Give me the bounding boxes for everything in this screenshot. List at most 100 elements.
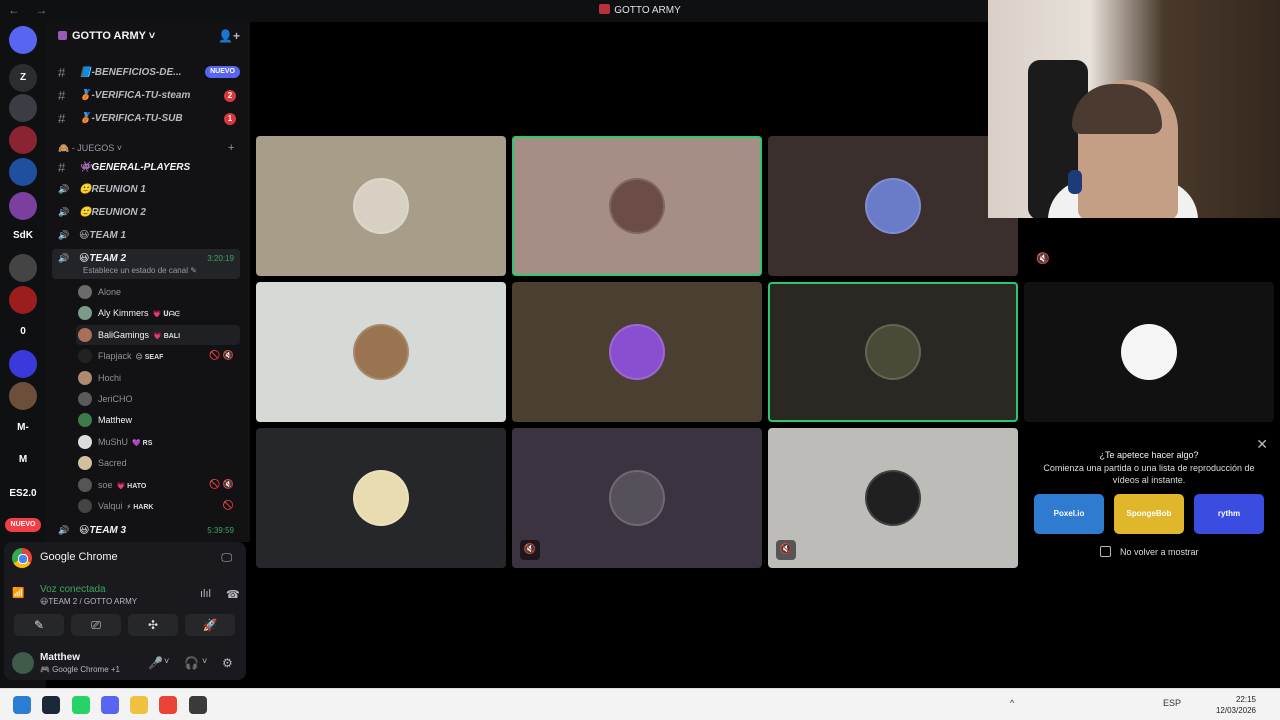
chevron-down-icon[interactable]: ˅ xyxy=(202,656,207,666)
voice-member[interactable]: Valqui ⚡ HARK 🚫 xyxy=(76,496,240,516)
voice-member[interactable]: BaliGamings 💗 BALI xyxy=(76,324,240,345)
headset-image xyxy=(1068,170,1082,194)
voice-member[interactable]: Matthew xyxy=(76,410,240,430)
voice-member[interactable]: Alone xyxy=(76,282,240,302)
server-icon[interactable] xyxy=(9,126,37,154)
server-icon[interactable]: 0 xyxy=(9,318,37,346)
server-icon[interactable] xyxy=(9,192,37,220)
member-label: Flapjack xyxy=(98,351,132,362)
channel-status[interactable]: Establece un estado de canal ✎ xyxy=(83,266,197,275)
whatsapp-icon[interactable] xyxy=(72,696,90,714)
steam-icon[interactable] xyxy=(42,696,60,714)
chevron-down-icon[interactable]: ˅ xyxy=(164,656,169,666)
camera-off-icon[interactable]: 🔇 xyxy=(776,540,796,560)
member-name: Sacred xyxy=(98,458,127,468)
server-icon[interactable]: SdK xyxy=(9,222,37,250)
camera-button[interactable]: ✎ xyxy=(14,614,64,636)
text-channel[interactable]: # 👾GENERAL-PLAYERS xyxy=(52,158,240,178)
server-icon[interactable] xyxy=(9,26,37,54)
server-icon[interactable] xyxy=(9,286,37,314)
server-icon[interactable]: M- xyxy=(9,414,37,442)
channel-name: 😃TEAM 1 xyxy=(79,230,127,241)
file-explorer-icon[interactable] xyxy=(130,696,148,714)
windows-start-icon[interactable] xyxy=(13,696,31,714)
gear-icon[interactable]: ⚙ xyxy=(222,656,233,670)
microphone-icon[interactable]: 🎤 xyxy=(148,656,163,670)
server-icon[interactable] xyxy=(9,158,37,186)
voice-member[interactable]: Flapjack 😐 SEAF 🚫 🔇 xyxy=(76,346,240,366)
server-icon[interactable] xyxy=(9,382,37,410)
dont-show-checkbox[interactable] xyxy=(1100,546,1111,557)
avatar xyxy=(78,456,92,471)
participant-tile[interactable]: 🔇 xyxy=(512,428,762,568)
unread-badge: 2 xyxy=(224,90,236,102)
category-header[interactable]: 🙈 - JUEGOS ˅ + xyxy=(58,142,234,154)
category-label: 🙈 - JUEGOS ˅ xyxy=(58,143,122,153)
text-channel[interactable]: # 📘-BENEFICIOS-DE... NUEVO xyxy=(52,63,240,83)
discord-icon[interactable] xyxy=(101,696,119,714)
voice-member[interactable]: soe 💗 HATO 🚫 🔇 xyxy=(76,475,240,495)
avatar xyxy=(78,477,92,492)
activity-app: Google Chrome xyxy=(40,551,118,563)
activity-card-spongebob[interactable]: SpongeBob xyxy=(1114,494,1184,534)
server-icon[interactable] xyxy=(9,254,37,282)
share-screen-button[interactable]: ⎚ xyxy=(71,614,121,636)
server-icon[interactable] xyxy=(9,94,37,122)
camera-off-icon[interactable]: 🔇 xyxy=(520,540,540,560)
speaker-icon: 🔊 xyxy=(58,184,70,194)
server-icon[interactable] xyxy=(9,350,37,378)
voice-channel-active[interactable]: 🔊 😃TEAM 2 3:20:19 Establece un estado de ca… xyxy=(52,249,240,279)
participant-tile[interactable] xyxy=(1024,282,1274,422)
voice-location[interactable]: 😃TEAM 2 / GOTTO ARMY xyxy=(40,597,137,606)
voice-member[interactable]: Aly Kimmers 💗 ᑌᗩᕮ xyxy=(76,303,240,323)
hash-icon: # xyxy=(58,111,66,126)
participant-tile[interactable] xyxy=(512,282,762,422)
add-channel-icon[interactable]: + xyxy=(228,142,234,154)
voice-member[interactable]: Sacred xyxy=(76,453,240,473)
app-icon[interactable] xyxy=(189,696,207,714)
participant-tile[interactable] xyxy=(768,136,1018,276)
text-channel[interactable]: # 🥉-VERIFICA-TU-SUB 1 xyxy=(52,109,240,129)
voice-channel[interactable]: 🔊 🙂REUNION 2 xyxy=(52,203,240,223)
participant-tile[interactable] xyxy=(768,282,1018,422)
member-label: Alone xyxy=(98,287,122,297)
server-icon[interactable]: M xyxy=(9,446,37,474)
headphones-icon[interactable]: 🎧 xyxy=(184,656,199,670)
invite-icon[interactable]: 👤+ xyxy=(218,29,240,43)
activity-card-rythm[interactable]: rythm xyxy=(1194,494,1264,534)
guild-header[interactable]: GOTTO ARMY ˅ 👤+ xyxy=(46,22,250,54)
chrome-icon[interactable] xyxy=(159,696,177,714)
voice-member[interactable]: JeriCHO xyxy=(76,389,240,409)
participant-tile[interactable] xyxy=(512,136,762,276)
member-name: JeriCHO xyxy=(98,394,133,404)
participant-avatar xyxy=(353,470,409,526)
stream-muted-icon[interactable]: 🔇 xyxy=(1036,252,1050,265)
voice-channel[interactable]: 🔊 😃TEAM 1 xyxy=(52,226,240,246)
activities-button[interactable]: ✣ xyxy=(128,614,178,636)
voice-channel[interactable]: 🔊 😃TEAM 3 5:39:59 xyxy=(52,521,240,541)
voice-channel[interactable]: 🔊 🙂REUNION 1 xyxy=(52,180,240,200)
member-tag: 💜 RS xyxy=(132,439,153,447)
screen-icon[interactable]: 🖵 xyxy=(221,552,232,565)
noise-icon[interactable]: ılıl xyxy=(200,588,211,600)
avatar[interactable] xyxy=(12,652,34,674)
voice-status[interactable]: Voz conectada xyxy=(40,584,106,595)
server-icon[interactable]: ES2.0 xyxy=(9,480,37,508)
soundboard-button[interactable]: 🚀 xyxy=(185,614,235,636)
member-tag: 💗 BALI xyxy=(153,332,181,340)
participant-tile[interactable]: 🔇 xyxy=(768,428,1018,568)
new-servers-pill[interactable]: NUEVO xyxy=(5,518,41,532)
participant-tile[interactable] xyxy=(256,282,506,422)
text-channel[interactable]: # 🥉-VERIFICA-TU-steam 2 xyxy=(52,86,240,106)
server-icon[interactable]: Z xyxy=(9,64,37,92)
participant-tile[interactable] xyxy=(256,136,506,276)
voice-member[interactable]: MuShU 💜 RS xyxy=(76,432,240,452)
participant-avatar xyxy=(865,470,921,526)
activity-card-poxel[interactable]: Poxel.io xyxy=(1034,494,1104,534)
voice-member[interactable]: Hochi xyxy=(76,368,240,388)
language-indicator[interactable]: ESP xyxy=(1163,698,1181,708)
clock[interactable]: 22:15 12/03/2026 xyxy=(1216,694,1256,716)
tray-expand-icon[interactable]: ^ xyxy=(1010,698,1014,708)
participant-tile[interactable] xyxy=(256,428,506,568)
disconnect-icon[interactable]: ☎ xyxy=(226,588,240,601)
